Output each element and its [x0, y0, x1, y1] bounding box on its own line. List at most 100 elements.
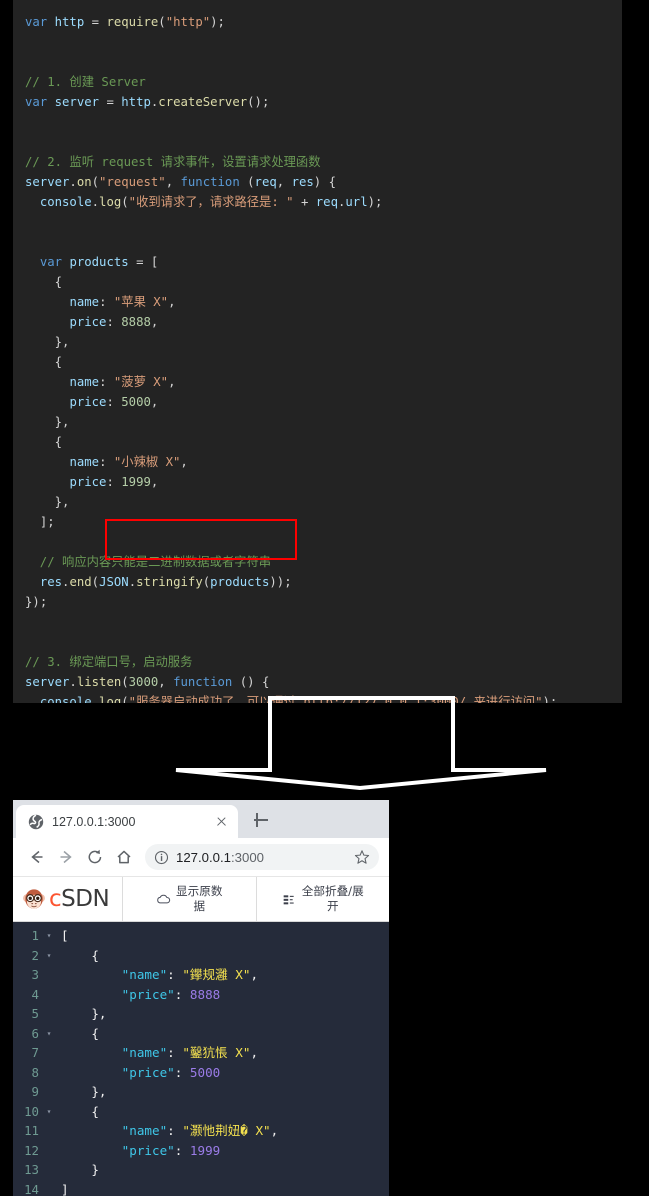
json-line-content: },: [91, 1084, 107, 1099]
code-line: {: [54, 275, 63, 289]
json-line: 11 "name": "灏忚荆妞� X",: [13, 1121, 389, 1141]
json-line: 6 ▾ {: [13, 1024, 389, 1044]
json-line: 2 ▾ {: [13, 946, 389, 966]
reload-button[interactable]: [81, 844, 108, 871]
code-line: },: [54, 415, 70, 429]
json-line: 10 ▾ {: [13, 1102, 389, 1122]
json-line-content: "price": 5000: [121, 1064, 221, 1080]
tab-close-icon[interactable]: [213, 813, 230, 830]
json-line: 5 },: [13, 1004, 389, 1024]
json-line-content: "name": "鑻规灉 X",: [121, 967, 259, 982]
code-line: var server = http.createServer();: [25, 95, 270, 109]
json-line-content: "name": "灏忚荆妞� X",: [121, 1123, 279, 1138]
code-line: {: [54, 435, 63, 449]
collapse-icon: [283, 894, 294, 904]
code-line: ];: [39, 515, 55, 529]
url-port: :3000: [231, 849, 265, 865]
json-line-number: 5: [31, 1006, 39, 1021]
code-line: name: "小辣椒 X",: [69, 455, 188, 469]
csdn-logo-text: cSDN: [49, 886, 110, 912]
code-line: var http = require("http");: [25, 15, 225, 29]
browser-tab[interactable]: 127.0.0.1:3000: [16, 805, 238, 838]
code-line: price: 5000,: [69, 395, 159, 409]
code-line: });: [25, 595, 48, 609]
tab-title: 127.0.0.1:3000: [52, 814, 136, 829]
code-line: },: [54, 335, 70, 349]
code-line: {: [54, 355, 63, 369]
json-viewer-toolbar: cSDN 显示原数 据 全部折叠/展 开: [13, 877, 389, 922]
collapse-expand-all-button[interactable]: 全部折叠/展 开: [257, 877, 390, 921]
fold-triangle-icon[interactable]: ▾: [41, 946, 57, 966]
code-line: var products = [: [39, 255, 159, 269]
fold-triangle-icon[interactable]: ▾: [41, 1102, 57, 1122]
json-line-content: {: [91, 947, 99, 963]
code-line: server.on("request", function (req, res)…: [25, 175, 337, 189]
json-line-number: 11: [24, 1123, 39, 1138]
browser-tab-strip: 127.0.0.1:3000: [13, 800, 389, 838]
json-line-number: 14: [24, 1181, 39, 1196]
json-line: 14]: [13, 1180, 389, 1196]
info-circle-icon[interactable]: [154, 850, 169, 865]
url-host: 127.0.0.1: [176, 849, 231, 865]
monkey-icon: [23, 889, 45, 909]
json-line-number: 3: [31, 967, 39, 982]
json-line-number: 7: [31, 1045, 39, 1060]
csdn-sdn: SDN: [61, 886, 110, 912]
code-line: // 响应内容只能是二进制数据或者字符串: [25, 555, 272, 569]
code-editor-panel[interactable]: var http = require("http"); // 1. 创建 Ser…: [13, 0, 622, 703]
forward-button[interactable]: [52, 844, 79, 871]
down-arrow-annotation: [175, 696, 547, 791]
json-line-number: 6: [31, 1025, 39, 1041]
json-line: 4 "price": 8888: [13, 985, 389, 1005]
browser-toolbar: 127.0.0.1:3000: [13, 838, 389, 877]
json-line-content: },: [91, 1006, 107, 1021]
code-line: price: 1999,: [69, 475, 159, 489]
json-line: 9 },: [13, 1082, 389, 1102]
json-line-content: [: [61, 928, 69, 943]
json-line-number: 13: [24, 1162, 39, 1177]
json-line-number: 8: [31, 1064, 39, 1080]
new-tab-button[interactable]: [250, 809, 272, 831]
json-line-content: {: [91, 1103, 99, 1119]
home-button[interactable]: [110, 844, 137, 871]
code-line: price: 8888,: [69, 315, 159, 329]
fold-triangle-icon[interactable]: ▾: [41, 926, 57, 946]
json-line: 12 "price": 1999: [13, 1141, 389, 1161]
fold-triangle-icon[interactable]: ▾: [41, 1024, 57, 1044]
json-line-content: }: [91, 1162, 99, 1177]
show-raw-data-label: 显示原数 据: [176, 884, 223, 913]
json-line: 8 "price": 5000: [13, 1063, 389, 1083]
code-line: // 3. 绑定端口号，启动服务: [25, 655, 193, 669]
collapse-expand-all-label: 全部折叠/展 开: [301, 884, 364, 913]
json-line-content: ]: [61, 1181, 69, 1196]
star-icon[interactable]: [354, 849, 370, 865]
screenshot-root: var http = require("http"); // 1. 创建 Ser…: [0, 0, 649, 1196]
json-line-number: 10: [24, 1103, 39, 1119]
address-bar[interactable]: 127.0.0.1:3000: [145, 844, 379, 870]
show-raw-data-button[interactable]: 显示原数 据: [123, 877, 257, 921]
json-line-content: "price": 8888: [121, 986, 221, 1002]
json-viewer-content[interactable]: 1 ▾[2 ▾ {3 "name": "鑻规灉 X", 4 "price": 8888…: [13, 922, 389, 1196]
json-line: 7 "name": "鑿犺悵 X",: [13, 1043, 389, 1063]
csdn-brand: cSDN: [13, 877, 123, 921]
json-line-number: 4: [31, 986, 39, 1002]
back-button[interactable]: [23, 844, 50, 871]
json-line-number: 2: [31, 947, 39, 963]
address-bar-url: 127.0.0.1:3000: [176, 850, 347, 865]
json-line-content: "name": "鑿犺悵 X",: [121, 1045, 259, 1060]
json-line-content: {: [91, 1025, 99, 1041]
json-line: 13 }: [13, 1160, 389, 1180]
json-line-number: 12: [24, 1142, 39, 1158]
code-line: },: [54, 495, 70, 509]
json-line-number: 1: [31, 928, 39, 943]
cloud-icon: [157, 894, 171, 903]
csdn-c: c: [49, 886, 62, 912]
